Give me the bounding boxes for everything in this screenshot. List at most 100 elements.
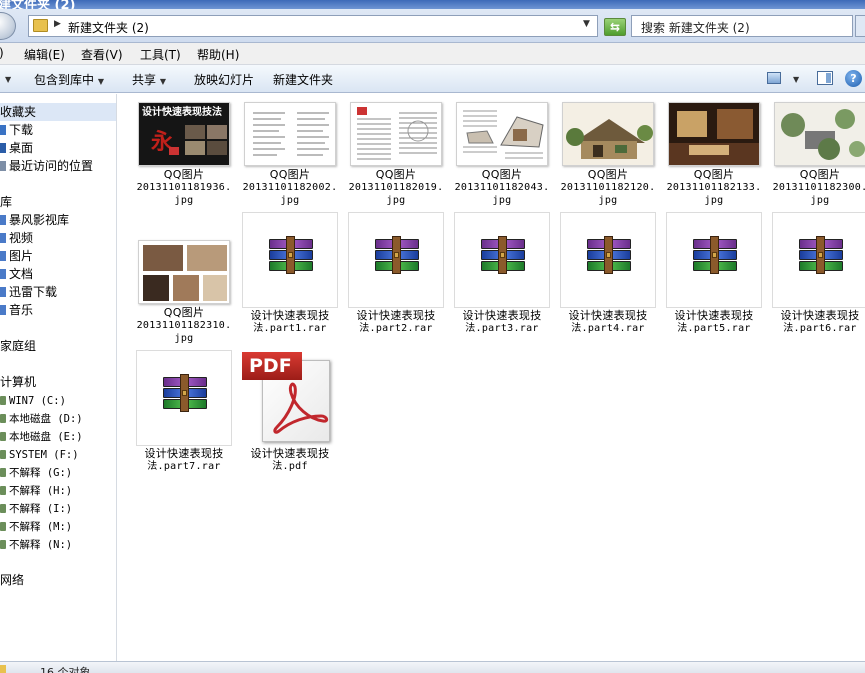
image-thumbnail [668,102,760,166]
file-item[interactable]: 设计快速表现技 法.part3.rar [454,212,554,334]
nav-drive-n[interactable]: 不解释 (N:) [0,535,72,553]
file-item[interactable]: 设计快速表现技 法.part7.rar [136,350,236,472]
nav-drive-e[interactable]: 本地磁盘 (E:) [0,427,83,445]
file-item[interactable]: QQ图片 20131101182310. jpg [136,232,236,344]
address-row: ▶ 新建文件夹 (2) ▼ ⇆ 搜索 新建文件夹 (2) [0,9,865,43]
drive-label: 不解释 (G:) [9,467,73,479]
file-name-line: 法.part2.rar [359,323,433,334]
nav-computer-label: 计算机 [0,375,37,389]
image-thumbnail [456,102,548,166]
nav-recent-label: 最近访问的位置 [9,159,94,173]
nav-favorites[interactable]: 收藏夹 [0,103,116,121]
file-item[interactable]: PDF 设计快速表现技 法.pdf [242,350,342,472]
nav-drive-i[interactable]: 不解释 (I:) [0,499,72,517]
file-name-line: 20131101182002. [242,182,338,193]
views-icon[interactable] [767,72,781,84]
item-count: 16 个对象 [40,666,91,673]
slideshow-button[interactable]: 放映幻灯片 [194,71,254,88]
menu-help[interactable]: 帮助(H) [197,46,239,63]
file-name-line: QQ图片 [269,168,311,181]
file-list: 设计快速表现技法 永 QQ图片 20131101181936. jpg QQ图片… [118,94,865,661]
nav-drive-c[interactable]: WIN7 (C:) [0,391,66,409]
download-library-icon [0,287,6,297]
file-item[interactable]: QQ图片 20131101182300. jpg [772,94,865,206]
videos-icon [0,233,6,243]
nav-videos[interactable]: 视频 [0,229,33,247]
views-dropdown-icon[interactable]: ▼ [793,71,799,85]
nav-storm-library[interactable]: 暴风影视库 [0,211,69,229]
rar-archive-icon [163,374,207,412]
back-arrow-icon[interactable] [0,12,16,40]
file-item[interactable]: 设计快速表现技法 永 QQ图片 20131101181936. jpg [136,94,236,206]
music-icon [0,305,6,315]
nav-libraries[interactable]: 库 [0,193,12,211]
file-item[interactable]: QQ图片 20131101182133. jpg [666,94,766,207]
nav-computer[interactable]: 计算机 [0,373,36,391]
nav-downloads[interactable]: 下载 [0,121,33,139]
menu-edit[interactable]: 编辑(E) [24,46,65,63]
file-name-line: 20131101182019. [348,182,444,193]
file-name-line: QQ图片 [481,168,523,181]
file-item[interactable]: QQ图片 20131101182019. jpg [348,94,448,206]
house-sketch-thumbnail [563,103,653,165]
file-name-line: 法.part1.rar [253,323,327,334]
nav-music-label: 音乐 [9,303,34,317]
refresh-icon[interactable]: ⇆ [604,18,626,36]
file-name-line: 设计快速表现技 [780,309,860,322]
nav-recent[interactable]: 最近访问的位置 [0,157,93,175]
sketch-page-thumbnail [463,110,544,159]
file-item[interactable]: 设计快速表现技 法.part1.rar [242,212,342,334]
nav-drive-h[interactable]: 不解释 (H:) [0,481,72,499]
folder-icon [0,665,6,673]
breadcrumb-arrow-icon[interactable]: ▶ [54,19,61,29]
status-bar: 16 个对象 [0,661,865,673]
nav-documents[interactable]: 文档 [0,265,33,283]
file-name-line: 20131101182120. [560,182,656,193]
include-in-library-button[interactable]: 包含到库中 ▼ [34,71,104,88]
file-name-line: 法.part4.rar [571,323,645,334]
nav-drive-f[interactable]: SYSTEM (F:) [0,445,79,463]
search-input[interactable]: 搜索 新建文件夹 (2) [631,15,853,37]
file-item[interactable]: QQ图片 20131101182043. jpg [454,94,554,206]
address-history-dropdown-icon[interactable]: ▼ [583,19,590,29]
nav-xunlei-label: 迅雷下载 [9,285,58,299]
rar-archive-icon [587,236,631,274]
file-name: QQ图片 20131101182133. jpg [666,168,762,207]
organize-dropdown-icon[interactable]: ▼ [5,71,11,85]
file-icon-frame [666,212,762,308]
file-item[interactable]: QQ图片 20131101182002. jpg [242,94,342,206]
nav-music[interactable]: 音乐 [0,301,33,319]
help-icon[interactable]: ? [845,70,862,87]
menu-file[interactable]: ) [0,46,4,60]
menu-view[interactable]: 查看(V) [81,46,123,63]
pictures-icon [0,251,6,261]
file-name-line: 设计快速表现技 [568,309,648,322]
file-item[interactable]: 设计快速表现技 法.part5.rar [666,212,766,334]
file-item[interactable]: 设计快速表现技 法.part2.rar [348,212,448,334]
drive-label: SYSTEM (F:) [9,449,79,461]
nav-xunlei[interactable]: 迅雷下载 [0,283,57,301]
file-item[interactable]: 设计快速表现技 法.part4.rar [560,212,660,334]
file-name-line: 20131101182043. [454,182,550,193]
nav-desktop[interactable]: 桌面 [0,139,33,157]
preview-pane-icon[interactable] [817,71,833,85]
menu-tools[interactable]: 工具(T) [140,46,181,63]
file-name-line: QQ图片 [375,168,417,181]
drive-label: 本地磁盘 (E:) [9,431,83,443]
file-item[interactable]: 设计快速表现技 法.part6.rar [772,212,865,334]
file-name-line: 设计快速表现技 [462,309,542,322]
search-icon[interactable] [855,15,865,37]
nav-drive-m[interactable]: 不解释 (M:) [0,517,72,535]
file-item[interactable]: QQ图片 20131101182120. jpg [560,94,660,206]
rar-archive-icon [375,236,419,274]
nav-network[interactable]: 网络 [0,571,24,589]
address-bar[interactable]: ▶ 新建文件夹 (2) ▼ [28,15,598,37]
nav-drive-g[interactable]: 不解释 (G:) [0,463,72,481]
nav-pictures[interactable]: 图片 [0,247,33,265]
breadcrumb[interactable]: 新建文件夹 (2) [68,19,149,36]
nav-homegroup[interactable]: 家庭组 [0,337,36,355]
search-placeholder: 搜索 新建文件夹 (2) [641,21,750,35]
new-folder-button[interactable]: 新建文件夹 [273,71,333,88]
nav-drive-d[interactable]: 本地磁盘 (D:) [0,409,83,427]
share-button[interactable]: 共享 ▼ [132,71,166,88]
